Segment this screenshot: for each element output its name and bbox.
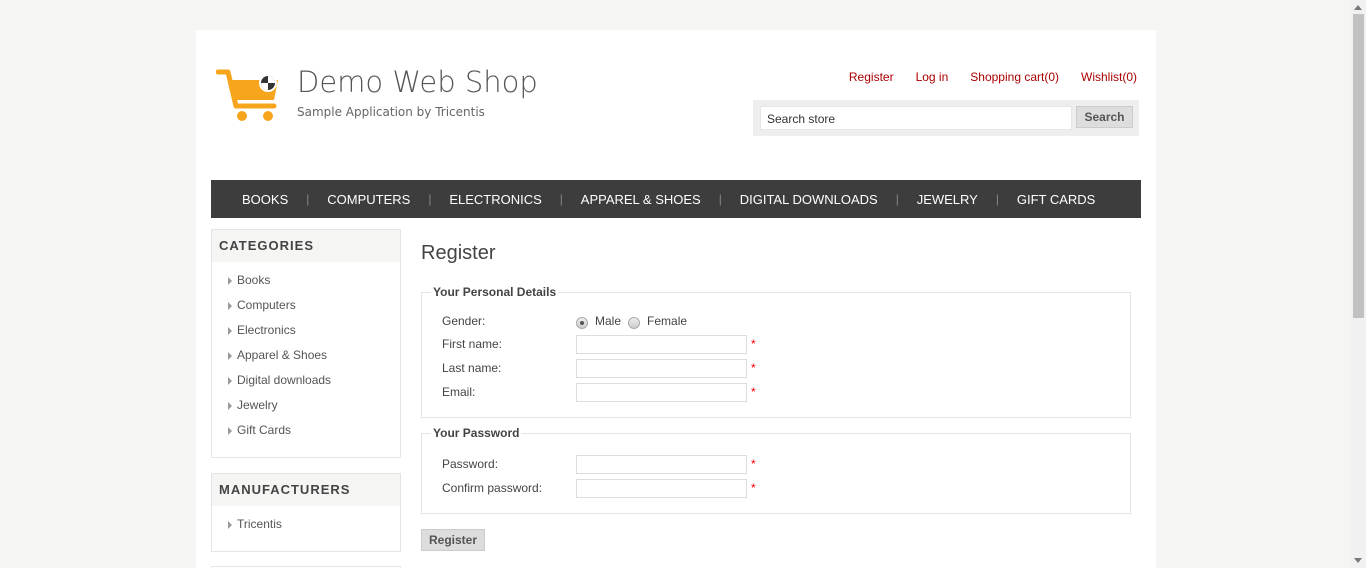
last-name-input[interactable] [576,358,747,378]
top-menu-gift-cards[interactable]: GIFT CARDS [996,192,1114,207]
category-electronics[interactable]: Electronics [227,318,400,343]
top-menu-computers[interactable]: COMPUTERS [306,192,428,207]
scroll-thumb[interactable] [1353,14,1364,318]
top-menu-jewelry[interactable]: JEWELRY [896,192,996,207]
email-row: Email: * [442,382,756,402]
scroll-down-arrow-icon[interactable] [1354,558,1362,563]
search-box: Search store Search [753,100,1139,136]
manufacturer-tricentis[interactable]: Tricentis [227,512,400,537]
category-apparel-shoes[interactable]: Apparel & Shoes [227,343,400,368]
password-fieldset: Your Password Password: * Confirm passwo… [421,426,1131,514]
gender-male-radio[interactable] [576,316,588,329]
required-mark: * [751,457,756,471]
confirm-password-input[interactable] [576,478,747,498]
categories-block: CATEGORIES Books Computers Electronics A… [211,229,401,458]
top-menu-electronics[interactable]: ELECTRONICS [428,192,559,207]
email-label: Email: [442,385,476,399]
register-link[interactable]: Register [849,70,894,84]
category-books[interactable]: Books [227,268,400,293]
password-legend: Your Password [431,426,522,440]
scroll-up-arrow-icon[interactable] [1354,5,1362,10]
email-input[interactable] [576,382,747,402]
page-title: Register [421,242,496,264]
first-name-label: First name: [442,337,503,351]
search-input[interactable]: Search store [760,106,1072,130]
vertical-scrollbar[interactable] [1351,0,1366,568]
wishlist-link[interactable]: Wishlist(0) [1081,70,1137,84]
gender-female-label[interactable]: Female [647,314,687,328]
page-container: Demo Web Shop Sample Application by Tric… [196,30,1156,568]
gender-female-radio[interactable] [628,316,641,329]
shop-title[interactable]: Demo Web Shop [297,65,538,99]
top-menu-apparel-shoes[interactable]: APPAREL & SHOES [560,192,719,207]
first-name-row: First name: * [442,334,756,354]
search-button[interactable]: Search [1076,106,1133,128]
gender-label: Gender: [442,314,486,328]
last-name-row: Last name: * [442,358,756,378]
top-menu-books[interactable]: BOOKS [221,192,306,207]
required-mark: * [751,481,756,495]
manufacturers-title: MANUFACTURERS [212,474,400,506]
password-label: Password: [442,457,499,471]
required-mark: * [751,361,756,375]
categories-title: CATEGORIES [212,230,400,262]
confirm-password-label: Confirm password: [442,481,543,495]
top-menu: BOOKS COMPUTERS ELECTRONICS APPAREL & SH… [211,180,1141,218]
top-menu-digital-downloads[interactable]: DIGITAL DOWNLOADS [719,192,896,207]
manufacturers-block: MANUFACTURERS Tricentis [211,473,401,552]
shopping-cart-logo-icon[interactable] [216,66,282,124]
register-button[interactable]: Register [421,529,485,551]
confirm-password-row: Confirm password: * [442,478,756,498]
header-links: Register Log in Shopping cart(0) Wishlis… [849,70,1137,84]
shopping-cart-link[interactable]: Shopping cart(0) [970,70,1059,84]
personal-details-fieldset: Your Personal Details Gender: Male Femal… [421,285,1131,418]
last-name-label: Last name: [442,361,502,375]
gender-row: Gender: Male Female [442,311,694,331]
shop-subtitle: Sample Application by Tricentis [297,105,485,119]
required-mark: * [751,385,756,399]
required-mark: * [751,337,756,351]
category-computers[interactable]: Computers [227,293,400,318]
personal-details-legend: Your Personal Details [431,285,559,299]
login-link[interactable]: Log in [916,70,949,84]
first-name-input[interactable] [576,334,747,354]
password-input[interactable] [576,454,747,474]
category-gift-cards[interactable]: Gift Cards [227,418,400,443]
category-jewelry[interactable]: Jewelry [227,393,400,418]
category-digital-downloads[interactable]: Digital downloads [227,368,400,393]
password-row: Password: * [442,454,756,474]
gender-male-label[interactable]: Male [595,314,621,328]
